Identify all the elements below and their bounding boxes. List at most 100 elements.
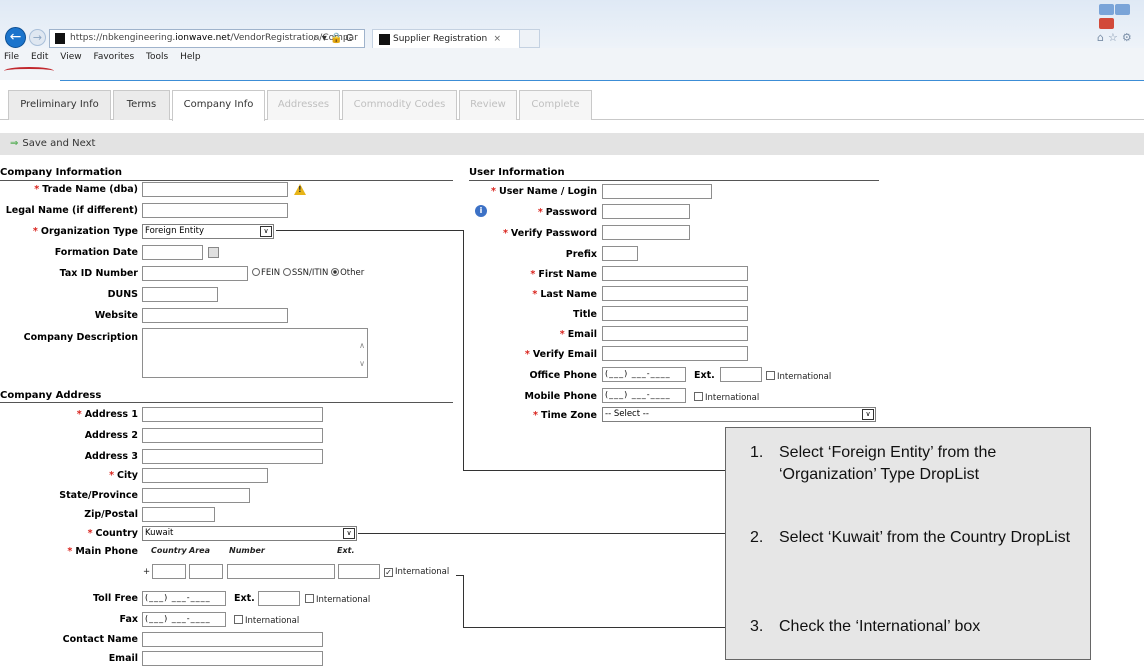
password-input[interactable]: [602, 204, 690, 219]
company-description-textarea[interactable]: ∧ ∨: [142, 328, 368, 378]
new-tab-button[interactable]: [520, 29, 540, 48]
toll-free-ext-label: Ext.: [234, 593, 255, 604]
prefix-input[interactable]: [602, 246, 638, 261]
main-phone-label: * Main Phone: [67, 546, 138, 557]
time-zone-select[interactable]: -- Select -- ∨: [602, 407, 876, 422]
country-select[interactable]: Kuwait ∨: [142, 526, 357, 541]
menu-file[interactable]: File: [4, 52, 19, 62]
address1-input[interactable]: [142, 407, 323, 422]
country-label: * Country: [87, 528, 138, 539]
user-email-label: * Email: [559, 329, 597, 340]
website-input[interactable]: [142, 308, 288, 323]
main-phone-number-input[interactable]: [227, 564, 335, 579]
minimize-icon[interactable]: [1099, 4, 1114, 15]
back-button[interactable]: ←: [5, 27, 26, 48]
connector-line: [463, 575, 464, 628]
trade-name-input[interactable]: [142, 182, 288, 197]
scroll-down-icon[interactable]: ∨: [359, 359, 365, 368]
fax-input[interactable]: (___) ___-____: [142, 612, 226, 627]
scroll-up-icon[interactable]: ∧: [359, 341, 365, 350]
main-phone-ext-input[interactable]: [338, 564, 380, 579]
toll-free-label: Toll Free: [92, 593, 138, 604]
duns-input[interactable]: [142, 287, 218, 302]
duns-label: DUNS: [107, 289, 138, 300]
prefix-label: Prefix: [565, 249, 597, 260]
fein-radio[interactable]: [252, 268, 260, 276]
plus-sign: +: [143, 567, 151, 577]
verify-email-input[interactable]: [602, 346, 748, 361]
tab-terms[interactable]: Terms: [113, 90, 170, 120]
office-international-checkbox[interactable]: [766, 371, 775, 380]
contact-name-label: Contact Name: [62, 634, 138, 645]
mobile-international-checkbox[interactable]: [694, 392, 703, 401]
browser-tab[interactable]: Supplier Registration ×: [372, 29, 520, 48]
ssn-radio[interactable]: [282, 268, 291, 276]
title-input[interactable]: [602, 306, 748, 321]
tax-id-input[interactable]: [142, 266, 248, 281]
last-name-input[interactable]: [602, 286, 748, 301]
address-bar-icons[interactable]: ⌕ ▾ 🔒 C: [313, 29, 353, 48]
close-window-icon[interactable]: [1099, 18, 1114, 29]
legal-name-input[interactable]: [142, 203, 288, 218]
contact-name-input[interactable]: [142, 632, 323, 647]
verify-password-input[interactable]: [602, 225, 690, 240]
main-phone-country-input[interactable]: [152, 564, 186, 579]
state-province-label: State/Province: [59, 490, 138, 501]
menu-tools[interactable]: Tools: [146, 52, 168, 62]
calendar-icon[interactable]: [208, 247, 219, 258]
toll-free-international-checkbox[interactable]: [305, 594, 314, 603]
address3-input[interactable]: [142, 449, 323, 464]
company-address-heading: Company Address: [0, 390, 102, 401]
verify-password-label: * Verify Password: [502, 228, 597, 239]
password-label: * Password: [537, 207, 597, 218]
address2-input[interactable]: [142, 428, 323, 443]
city-input[interactable]: [142, 468, 268, 483]
address1-label: * Address 1: [76, 409, 138, 420]
formation-date-input[interactable]: [142, 245, 203, 260]
office-phone-label: Office Phone: [529, 370, 597, 381]
save-and-next-button[interactable]: Save and Next: [22, 138, 95, 149]
mobile-phone-input[interactable]: (___) ___-____: [602, 388, 686, 403]
tab-commodity-codes: Commodity Codes: [342, 90, 457, 120]
main-phone-area-input[interactable]: [189, 564, 223, 579]
formation-date-label: Formation Date: [54, 247, 138, 258]
menu-help[interactable]: Help: [180, 52, 201, 62]
user-email-input[interactable]: [602, 326, 748, 341]
tab-close-icon[interactable]: ×: [493, 30, 501, 48]
menu-favorites[interactable]: Favorites: [93, 52, 134, 62]
chevron-down-icon: ∨: [343, 528, 355, 539]
organization-type-select[interactable]: Foreign Entity ∨: [142, 224, 274, 239]
first-name-input[interactable]: [602, 266, 748, 281]
connector-line: [276, 230, 464, 231]
main-phone-international: ✓ International: [384, 567, 450, 577]
menu-edit[interactable]: Edit: [31, 52, 48, 62]
tab-preliminary-info[interactable]: Preliminary Info: [8, 90, 111, 120]
city-label: * City: [109, 470, 138, 481]
other-radio[interactable]: [331, 268, 340, 276]
tab-company-info[interactable]: Company Info: [172, 90, 265, 121]
office-phone-input[interactable]: (___) ___-____: [602, 367, 686, 382]
username-input[interactable]: [602, 184, 712, 199]
mobile-phone-label: Mobile Phone: [524, 391, 597, 402]
office-international: International: [766, 371, 831, 382]
email-input[interactable]: [142, 651, 323, 666]
fax-label: Fax: [119, 614, 138, 625]
maximize-icon[interactable]: [1115, 4, 1130, 15]
fax-international-checkbox[interactable]: [234, 615, 243, 624]
last-name-label: * Last Name: [532, 289, 597, 300]
url-domain: ionwave.net: [175, 33, 231, 43]
toll-free-input[interactable]: (___) ___-____: [142, 591, 226, 606]
menu-view[interactable]: View: [60, 52, 81, 62]
brand-swoosh: [4, 67, 54, 75]
arrow-right-icon: ⇒: [10, 138, 19, 149]
phone-col-ext: Ext.: [337, 546, 355, 555]
international-checkbox[interactable]: ✓: [384, 568, 393, 577]
toll-free-ext-input[interactable]: [258, 591, 300, 606]
state-province-input[interactable]: [142, 488, 250, 503]
office-ext-input[interactable]: [720, 367, 762, 382]
address2-label: Address 2: [84, 430, 138, 441]
header-rule: [60, 80, 1144, 81]
forward-button[interactable]: →: [29, 29, 46, 46]
zip-postal-input[interactable]: [142, 507, 215, 522]
browser-right-icons[interactable]: ⌂☆⚙: [1097, 31, 1136, 44]
